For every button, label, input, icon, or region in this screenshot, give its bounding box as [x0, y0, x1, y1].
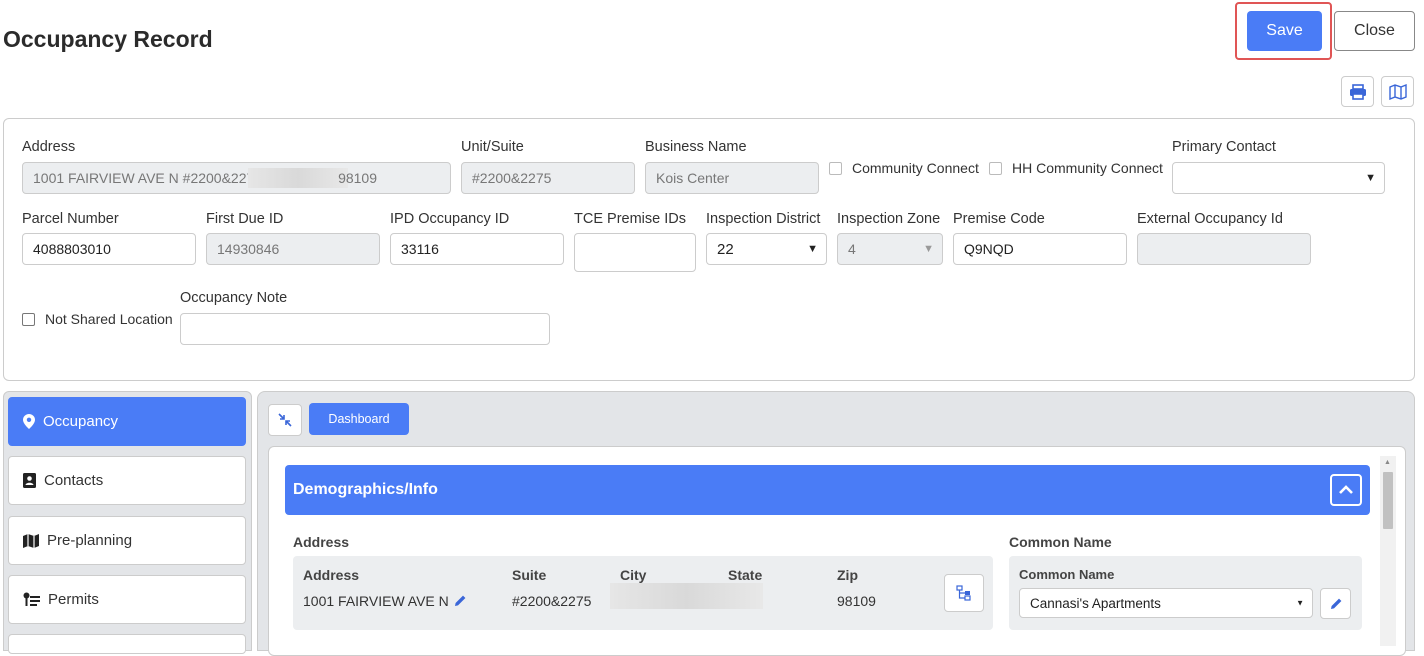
unit-suite-label: Unit/Suite: [461, 139, 524, 155]
community-connect-label: Community Connect: [852, 160, 979, 176]
demographics-header[interactable]: Demographics/Info: [285, 465, 1370, 515]
common-name-select[interactable]: Cannasi's Apartments ▼: [1019, 588, 1313, 618]
permit-list-icon: [23, 592, 40, 606]
address-section-heading: Address: [293, 534, 350, 550]
tab-dashboard[interactable]: Dashboard: [309, 403, 409, 435]
scroll-up-icon[interactable]: ▲: [1384, 459, 1391, 466]
zip-value: 98109: [837, 593, 876, 609]
inspection-district-label: Inspection District: [706, 211, 821, 227]
col-suite: Suite: [512, 567, 547, 583]
first-due-id-label: First Due ID: [206, 211, 284, 227]
sidebar-item-occupancy[interactable]: Occupancy: [8, 397, 246, 446]
caret-down-icon: ▼: [1296, 598, 1304, 608]
chevron-up-icon: [1339, 485, 1353, 494]
first-due-id-input[interactable]: 14930846: [206, 233, 380, 265]
inspection-zone-label: Inspection Zone: [837, 211, 941, 227]
sidebar-item-permits[interactable]: Permits: [8, 575, 246, 624]
print-icon: [1349, 83, 1366, 100]
map-button[interactable]: [1381, 76, 1414, 107]
community-connect-checkbox[interactable]: [829, 162, 842, 175]
sidebar-item-more[interactable]: [8, 634, 246, 654]
primary-contact-select[interactable]: ▼: [1172, 162, 1385, 194]
external-occupancy-id-label: External Occupancy Id: [1137, 211, 1283, 227]
inspection-district-select[interactable]: 22 ▼: [706, 233, 827, 265]
ipd-occupancy-id-input[interactable]: 33116: [390, 233, 564, 265]
business-name-input[interactable]: Kois Center: [645, 162, 819, 194]
col-city: City: [620, 567, 647, 583]
inspection-zone-value: 4: [848, 241, 856, 257]
parcel-number-label: Parcel Number: [22, 211, 119, 227]
hierarchy-icon: [956, 585, 971, 601]
ipd-occupancy-id-label: IPD Occupancy ID: [390, 211, 510, 227]
inspection-zone-select[interactable]: 4 ▼: [837, 233, 943, 265]
pencil-icon: [1330, 598, 1341, 609]
suite-value: #2200&2275: [512, 593, 592, 609]
common-name-label: Common Name: [1019, 567, 1115, 582]
address-text: 1001 FAIRVIEW AVE N: [303, 593, 449, 609]
chevron-down-icon: ▼: [923, 243, 934, 255]
common-name-value: Cannasi's Apartments: [1030, 595, 1161, 611]
not-shared-location-label: Not Shared Location: [45, 311, 173, 327]
col-zip: Zip: [837, 567, 858, 583]
chevron-down-icon: ▼: [807, 243, 818, 255]
sidebar-item-contacts[interactable]: Contacts: [8, 456, 246, 505]
sidebar-item-pre-planning[interactable]: Pre-planning: [8, 516, 246, 565]
pencil-icon[interactable]: [453, 594, 467, 608]
address-value-cell: 1001 FAIRVIEW AVE N: [303, 593, 467, 609]
edit-common-name-button[interactable]: [1320, 588, 1351, 619]
print-button[interactable]: [1341, 76, 1374, 107]
section-title: Demographics/Info: [293, 481, 438, 498]
address-label: Address: [22, 139, 76, 155]
col-state: State: [728, 567, 763, 583]
collapse-section-button[interactable]: [1330, 474, 1362, 506]
occupancy-note-input[interactable]: [180, 313, 550, 345]
premise-code-label: Premise Code: [953, 211, 1045, 227]
map-pin-icon: [23, 414, 35, 429]
contact-card-icon: [23, 473, 36, 488]
hh-community-connect-label: HH Community Connect: [1012, 160, 1163, 176]
tce-premise-ids-label: TCE Premise IDs: [574, 211, 686, 227]
sidebar-item-label: Pre-planning: [47, 532, 133, 549]
redacted-block: [248, 168, 349, 188]
map-icon: [1388, 83, 1407, 100]
scrollbar-thumb[interactable]: [1383, 472, 1393, 529]
unit-suite-input[interactable]: #2200&2275: [461, 162, 635, 194]
map-icon: [23, 533, 39, 548]
tce-premise-ids-input[interactable]: [574, 233, 696, 272]
inspection-district-value: 22: [717, 240, 734, 258]
save-button[interactable]: Save: [1247, 11, 1322, 51]
external-occupancy-id-input[interactable]: [1137, 233, 1311, 265]
chevron-down-icon: ▼: [1365, 172, 1376, 184]
premise-code-input[interactable]: Q9NQD: [953, 233, 1127, 265]
parcel-number-input[interactable]: 4088803010: [22, 233, 196, 265]
sidebar-item-label: Permits: [48, 591, 99, 608]
business-name-label: Business Name: [645, 139, 747, 155]
common-name-heading: Common Name: [1009, 534, 1112, 550]
page-title: Occupancy Record: [3, 26, 213, 52]
address-input[interactable]: 1001 FAIRVIEW AVE N #2200&2275 98109: [22, 162, 451, 194]
redacted-city-state: [610, 583, 763, 609]
address-lookup-button[interactable]: [944, 574, 984, 612]
collapse-panel-button[interactable]: [268, 404, 302, 436]
close-button[interactable]: Close: [1334, 11, 1415, 51]
sidebar-item-label: Occupancy: [43, 413, 119, 430]
occupancy-note-label: Occupancy Note: [180, 290, 288, 306]
not-shared-location-checkbox[interactable]: [22, 313, 35, 326]
primary-contact-label: Primary Contact: [1172, 139, 1276, 155]
col-address: Address: [303, 567, 360, 583]
address-value: 1001 FAIRVIEW AVE N #2200&2275: [33, 170, 263, 186]
address-value-tail: 98109: [338, 170, 378, 186]
sidebar-item-label: Contacts: [44, 472, 104, 489]
compress-icon: [278, 413, 292, 427]
hh-community-connect-checkbox[interactable]: [989, 162, 1002, 175]
